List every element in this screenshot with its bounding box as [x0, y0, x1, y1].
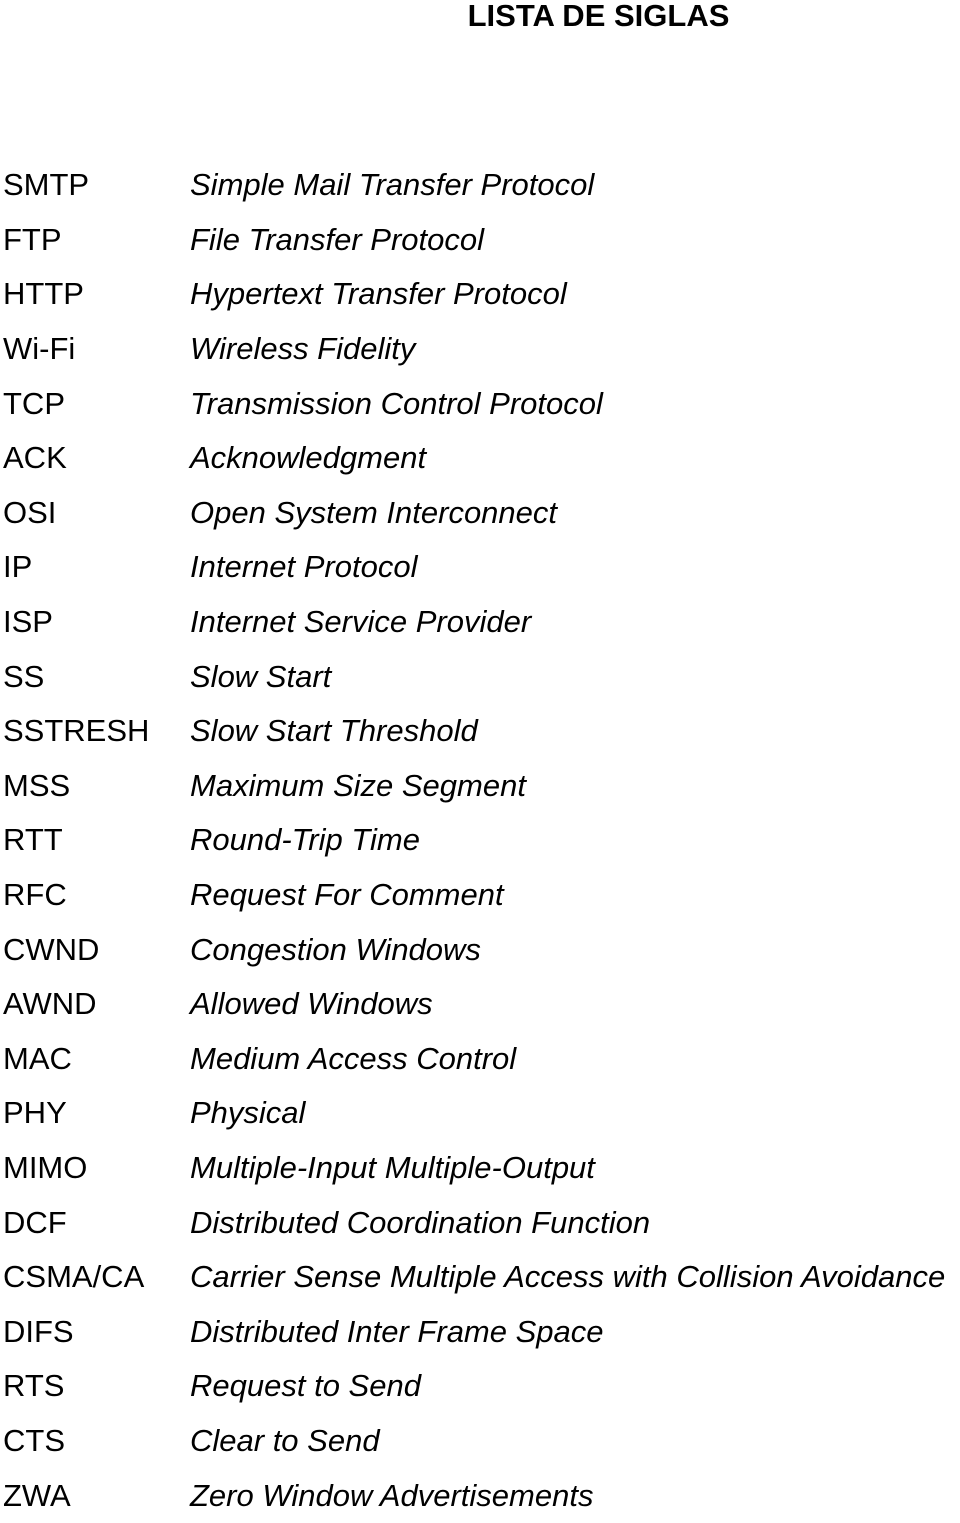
acronym: RTT [3, 822, 63, 858]
acronym-row: TCP Transmission Control Protocol [3, 376, 945, 431]
acronym-row: DIFS Distributed Inter Frame Space [3, 1304, 945, 1359]
acronym-definition: Simple Mail Transfer Protocol [190, 167, 595, 203]
acronym-row: PHY Physical [3, 1086, 945, 1141]
acronym-row: FTP File Transfer Protocol [3, 213, 945, 268]
acronym-definition: Multiple-Input Multiple-Output [190, 1149, 595, 1185]
acronym-definition: Distributed Inter Frame Space [190, 1313, 604, 1349]
acronym: OSI [3, 494, 57, 530]
acronym-row: MSS Maximum Size Segment [3, 759, 945, 814]
acronym: ISP [3, 604, 53, 640]
acronym-definition: File Transfer Protocol [190, 221, 485, 257]
acronym: DCF [3, 1204, 67, 1240]
acronym: DIFS [3, 1313, 74, 1349]
acronym-row: RTS Request to Send [3, 1359, 945, 1414]
acronym: TCP [3, 385, 65, 421]
acronym-definition: Physical [190, 1095, 306, 1131]
acronym-definition: Carrier Sense Multiple Access with Colli… [190, 1259, 946, 1295]
acronym-row: CWND Congestion Windows [3, 922, 945, 977]
acronym: MSS [3, 767, 71, 803]
acronym-row: CSMA/CA Carrier Sense Multiple Access wit… [3, 1250, 945, 1305]
acronym: CWND [3, 931, 100, 967]
acronym-row: DCF Distributed Coordination Function [3, 1195, 945, 1250]
acronym-definition: Request For Comment [190, 877, 504, 913]
acronym-list: SMTP Simple Mail Transfer Protocol FTP File… [3, 158, 945, 1523]
acronym-definition: Request to Send [190, 1368, 421, 1404]
acronym-row: ACK Acknowledgment [3, 431, 945, 486]
acronym-row: RFC Request For Comment [3, 868, 945, 923]
acronym-row: MAC Medium Access Control [3, 1032, 945, 1087]
acronym-definition: Hypertext Transfer Protocol [190, 276, 567, 312]
acronym-definition: Round-Trip Time [190, 822, 420, 858]
acronym: PHY [3, 1095, 67, 1131]
acronym: SMTP [3, 167, 90, 203]
acronym: ACK [3, 440, 67, 476]
acronym-definition: Distributed Coordination Function [190, 1204, 651, 1240]
acronym: RFC [3, 877, 67, 913]
acronym-definition: Internet Protocol [190, 549, 418, 585]
acronym-definition: Congestion Windows [190, 931, 481, 967]
acronym-definition: Zero Window Advertisements [190, 1477, 594, 1513]
acronym-row: SSTRESH Slow Start Threshold [3, 704, 945, 759]
acronym: SSTRESH [3, 713, 150, 749]
acronym-row: OSI Open System Interconnect [3, 486, 945, 541]
acronym-definition: Slow Start [190, 658, 332, 694]
acronym-row: SS Slow Start [3, 649, 945, 704]
acronym-definition: Wireless Fidelity [190, 331, 416, 367]
acronym: MIMO [3, 1149, 88, 1185]
acronym-row: Wi-Fi Wireless Fidelity [3, 322, 945, 377]
acronym-row: IP Internet Protocol [3, 540, 945, 595]
acronym-row: ISP Internet Service Provider [3, 595, 945, 650]
acronym-definition: Transmission Control Protocol [190, 385, 603, 421]
acronym: ZWA [3, 1477, 71, 1513]
acronym-row: ZWA Zero Window Advertisements [3, 1468, 945, 1523]
acronym: MAC [3, 1040, 72, 1076]
acronym-row: HTTP Hypertext Transfer Protocol [3, 267, 945, 322]
acronym-definition: Acknowledgment [190, 440, 427, 476]
acronym: HTTP [3, 276, 84, 312]
acronym-definition: Clear to Send [190, 1422, 380, 1458]
acronym: AWND [3, 986, 97, 1022]
acronym: FTP [3, 221, 62, 257]
acronym-definition: Open System Interconnect [190, 494, 558, 530]
acronym-definition: Slow Start Threshold [190, 713, 478, 749]
acronym: RTS [3, 1368, 65, 1404]
acronym: CTS [3, 1422, 65, 1458]
acronym: CSMA/CA [3, 1259, 145, 1295]
acronym-definition: Allowed Windows [190, 986, 433, 1022]
acronym-definition: Medium Access Control [190, 1040, 517, 1076]
acronym: Wi-Fi [3, 331, 76, 367]
page-title: LISTA DE SIGLAS [467, 0, 730, 33]
acronym: SS [3, 658, 45, 694]
acronym-row: MIMO Multiple-Input Multiple-Output [3, 1141, 945, 1196]
acronym-definition: Internet Service Provider [190, 604, 532, 640]
acronym: IP [3, 549, 33, 585]
acronym-row: RTT Round-Trip Time [3, 813, 945, 868]
acronym-row: AWND Allowed Windows [3, 977, 945, 1032]
acronym-definition: Maximum Size Segment [190, 767, 526, 803]
acronym-row: SMTP Simple Mail Transfer Protocol [3, 158, 945, 213]
acronym-row: CTS Clear to Send [3, 1414, 945, 1469]
